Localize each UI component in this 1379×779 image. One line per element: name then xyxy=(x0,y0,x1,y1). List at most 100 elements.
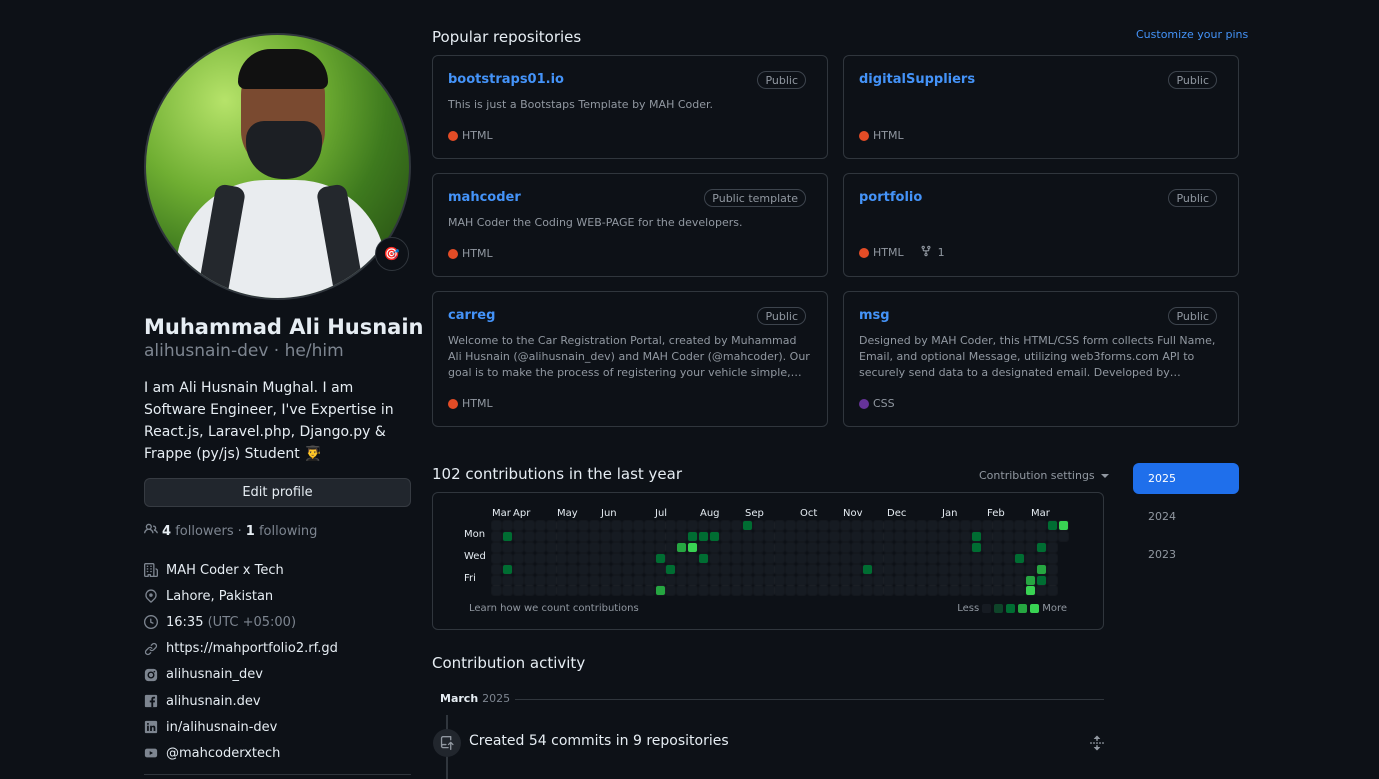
website-link[interactable]: https://mahportfolio2.rf.gd xyxy=(166,641,338,656)
contribution-day-cell[interactable] xyxy=(557,521,567,530)
contribution-day-cell[interactable] xyxy=(993,564,1003,574)
contribution-day-cell[interactable] xyxy=(1037,542,1046,552)
contribution-day-cell[interactable] xyxy=(949,553,959,563)
contribution-day-cell[interactable] xyxy=(579,575,589,585)
contribution-day-cell[interactable] xyxy=(568,564,578,574)
contribution-day-cell[interactable] xyxy=(1015,586,1025,596)
contribution-day-cell[interactable] xyxy=(1058,521,1068,530)
contribution-day-cell[interactable] xyxy=(1015,542,1025,552)
contribution-day-cell[interactable] xyxy=(699,553,709,563)
contribution-day-cell[interactable] xyxy=(960,542,970,552)
contribution-day-cell[interactable] xyxy=(524,564,534,574)
contribution-day-cell[interactable] xyxy=(644,542,654,552)
contribution-day-cell[interactable] xyxy=(579,531,589,541)
contribution-day-cell[interactable] xyxy=(666,542,676,552)
contribution-day-cell[interactable] xyxy=(938,586,948,596)
contribution-day-cell[interactable] xyxy=(568,531,578,541)
contribution-day-cell[interactable] xyxy=(579,542,589,552)
learn-contributions-link[interactable]: Learn how we count contributions xyxy=(469,603,639,614)
contribution-day-cell[interactable] xyxy=(829,575,839,585)
contribution-day-cell[interactable] xyxy=(1015,564,1025,574)
contribution-day-cell[interactable] xyxy=(720,575,730,585)
contribution-day-cell[interactable] xyxy=(862,553,872,563)
contribution-day-cell[interactable] xyxy=(655,531,665,541)
detail-linkedin[interactable]: in/alihusnain-dev xyxy=(144,714,411,740)
contribution-day-cell[interactable] xyxy=(938,521,948,530)
contribution-day-cell[interactable] xyxy=(502,575,512,585)
contribution-day-cell[interactable] xyxy=(917,586,927,596)
contribution-day-cell[interactable] xyxy=(840,542,850,552)
contribution-day-cell[interactable] xyxy=(644,521,654,530)
contribution-day-cell[interactable] xyxy=(971,542,981,552)
contribution-day-cell[interactable] xyxy=(895,521,905,530)
contribution-day-cell[interactable] xyxy=(666,575,676,585)
contribution-day-cell[interactable] xyxy=(753,542,763,552)
contribution-day-cell[interactable] xyxy=(993,553,1003,563)
year-button-2025[interactable]: 2025 xyxy=(1133,463,1239,494)
contribution-day-cell[interactable] xyxy=(1015,553,1025,563)
contribution-day-cell[interactable] xyxy=(688,564,698,574)
contribution-day-cell[interactable] xyxy=(1004,575,1014,585)
contribution-day-cell[interactable] xyxy=(797,542,807,552)
contribution-day-cell[interactable] xyxy=(938,564,948,574)
contribution-day-cell[interactable] xyxy=(502,586,512,596)
following-link[interactable]: 1 following xyxy=(246,524,318,539)
contribution-day-cell[interactable] xyxy=(590,521,600,530)
contribution-day-cell[interactable] xyxy=(786,521,796,530)
contribution-day-cell[interactable] xyxy=(568,542,578,552)
contribution-day-cell[interactable] xyxy=(938,531,948,541)
contribution-day-cell[interactable] xyxy=(960,553,970,563)
contribution-day-cell[interactable] xyxy=(492,542,501,552)
contribution-day-cell[interactable] xyxy=(513,531,523,541)
contribution-day-cell[interactable] xyxy=(502,531,512,541)
contribution-day-cell[interactable] xyxy=(775,542,785,552)
contribution-day-cell[interactable] xyxy=(677,531,687,541)
contribution-day-cell[interactable] xyxy=(710,521,719,530)
contribution-day-cell[interactable] xyxy=(764,586,774,596)
contribution-day-cell[interactable] xyxy=(546,564,556,574)
contribution-day-cell[interactable] xyxy=(862,531,872,541)
contribution-day-cell[interactable] xyxy=(492,586,501,596)
contribution-day-cell[interactable] xyxy=(949,521,959,530)
contribution-day-cell[interactable] xyxy=(1004,564,1014,574)
contribution-day-cell[interactable] xyxy=(742,531,752,541)
contribution-day-cell[interactable] xyxy=(731,542,741,552)
contribution-day-cell[interactable] xyxy=(819,575,828,585)
contribution-day-cell[interactable] xyxy=(753,575,763,585)
contribution-day-cell[interactable] xyxy=(1004,542,1014,552)
contribution-day-cell[interactable] xyxy=(513,521,523,530)
contribution-day-cell[interactable] xyxy=(699,531,709,541)
contribution-day-cell[interactable] xyxy=(993,542,1003,552)
contribution-day-cell[interactable] xyxy=(1026,521,1036,530)
contribution-day-cell[interactable] xyxy=(677,586,687,596)
contribution-day-cell[interactable] xyxy=(557,531,567,541)
contribution-day-cell[interactable] xyxy=(502,553,512,563)
contribution-day-cell[interactable] xyxy=(840,564,850,574)
contribution-day-cell[interactable] xyxy=(742,542,752,552)
contribution-day-cell[interactable] xyxy=(633,553,643,563)
contribution-day-cell[interactable] xyxy=(895,542,905,552)
contribution-day-cell[interactable] xyxy=(949,531,959,541)
contribution-day-cell[interactable] xyxy=(938,542,948,552)
contribution-day-cell[interactable] xyxy=(819,542,828,552)
contribution-day-cell[interactable] xyxy=(622,542,632,552)
contribution-day-cell[interactable] xyxy=(1037,521,1046,530)
contribution-day-cell[interactable] xyxy=(829,521,839,530)
contribution-day-cell[interactable] xyxy=(579,586,589,596)
contribution-day-cell[interactable] xyxy=(568,575,578,585)
contribution-day-cell[interactable] xyxy=(699,586,709,596)
contribution-day-cell[interactable] xyxy=(993,531,1003,541)
contribution-day-cell[interactable] xyxy=(579,564,589,574)
contribution-day-cell[interactable] xyxy=(535,531,545,541)
contribution-day-cell[interactable] xyxy=(873,542,883,552)
contribution-day-cell[interactable] xyxy=(1015,575,1025,585)
contribution-day-cell[interactable] xyxy=(1015,531,1025,541)
status-emoji-button[interactable]: 🎯 xyxy=(375,237,409,271)
contribution-day-cell[interactable] xyxy=(557,575,567,585)
contribution-day-cell[interactable] xyxy=(731,531,741,541)
contribution-day-cell[interactable] xyxy=(1037,553,1046,563)
contribution-day-cell[interactable] xyxy=(840,521,850,530)
contribution-day-cell[interactable] xyxy=(742,564,752,574)
contribution-day-cell[interactable] xyxy=(829,542,839,552)
contribution-day-cell[interactable] xyxy=(492,575,501,585)
